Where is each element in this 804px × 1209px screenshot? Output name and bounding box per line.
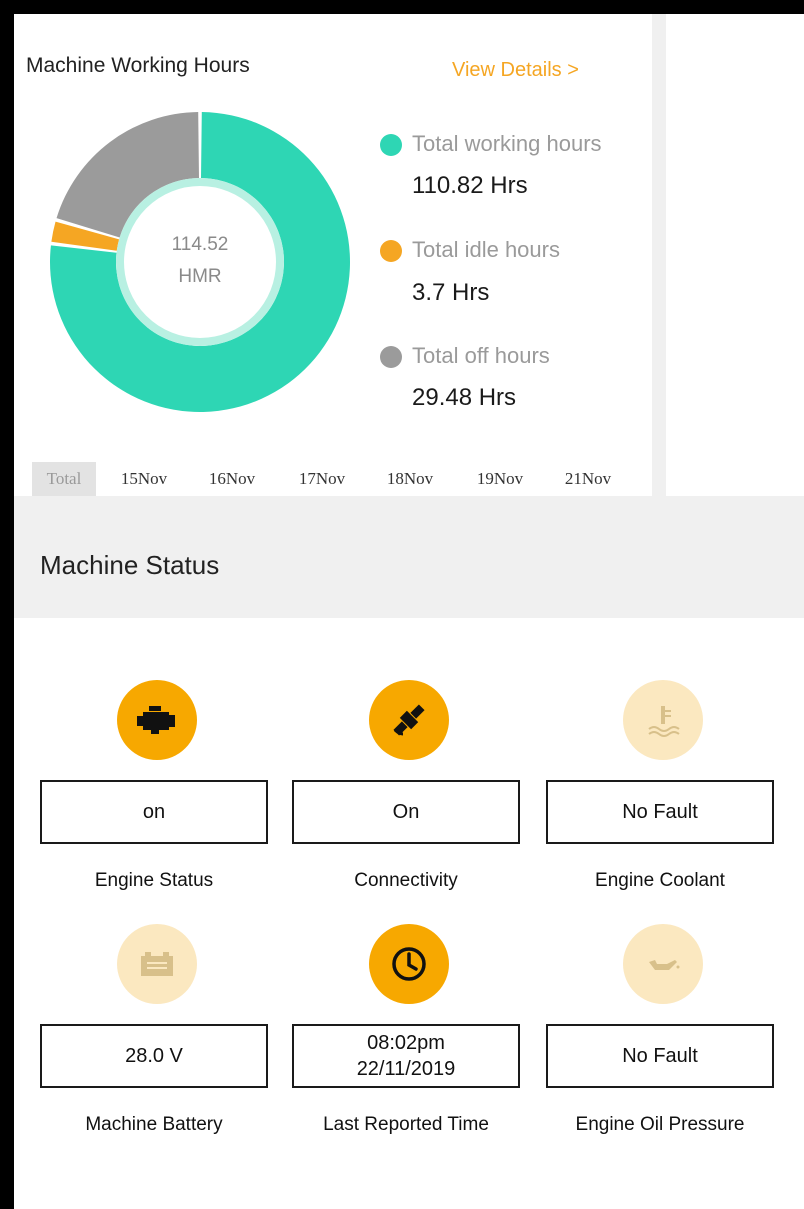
machine-battery-value: 28.0 V [40, 1024, 268, 1088]
engine-icon [117, 680, 197, 760]
satellite-icon [369, 680, 449, 760]
legend-label-off: Total off hours [412, 343, 550, 368]
legend-value-idle: 3.7 Hrs [412, 279, 490, 306]
oil-can-icon [623, 924, 703, 1004]
working-hours-dot [380, 134, 402, 156]
engine-status-value: on [40, 780, 268, 844]
tab-total[interactable]: Total [32, 462, 96, 496]
donut-svg [50, 112, 351, 412]
donut-inner-ring [116, 178, 284, 346]
view-details-link[interactable]: View Details > [452, 59, 579, 82]
idle-hours-dot [380, 240, 402, 262]
legend-value-off: 29.48 Hrs [412, 384, 517, 411]
tab-19nov[interactable]: 19Nov [460, 462, 540, 496]
engine-status-caption: Engine Status [94, 870, 214, 891]
machine-status-title: Machine Status [40, 550, 220, 580]
donut-center-unit: HMR [178, 266, 222, 287]
legend-value-working: 110.82 Hrs [412, 172, 528, 199]
tab-17nov[interactable]: 17Nov [282, 462, 362, 496]
top-bar [0, 0, 804, 14]
machine-battery-caption: Machine Battery [85, 1114, 223, 1135]
tab-21nov[interactable]: 21Nov [548, 462, 628, 496]
battery-icon [117, 924, 197, 1004]
legend-label-working: Total working hours [412, 131, 602, 156]
tab-15nov[interactable]: 15Nov [104, 462, 184, 496]
last-reported-time-caption: Last Reported Time [323, 1114, 489, 1135]
right-panel [666, 14, 804, 496]
tab-16nov[interactable]: 16Nov [192, 462, 272, 496]
working-hours-title: Machine Working Hours [26, 54, 250, 77]
clock-icon [369, 924, 449, 1004]
last-reported-time-value: 08:02pm 22/11/2019 [292, 1024, 520, 1088]
donut-center-value: 114.52 [171, 234, 229, 255]
legend-label-idle: Total idle hours [412, 237, 560, 262]
engine-coolant-value: No Fault [546, 780, 774, 844]
engine-oil-pressure-caption: Engine Oil Pressure [575, 1114, 745, 1135]
working-hours-donut-chart: 114.52 HMR [48, 110, 352, 414]
machine-status-header: Machine Status [14, 496, 804, 618]
connectivity-value: On [292, 780, 520, 844]
engine-oil-pressure-value: No Fault [546, 1024, 774, 1088]
card-divider [652, 14, 666, 496]
machine-status-grid: on Engine Status On Connectivity No Faul… [14, 618, 804, 1209]
working-hours-card: Machine Working Hours View Details > 114… [14, 14, 652, 496]
off-hours-dot [380, 346, 402, 368]
connectivity-caption: Connectivity [354, 870, 458, 891]
tab-18nov[interactable]: 18Nov [370, 462, 450, 496]
coolant-temperature-icon [623, 680, 703, 760]
engine-coolant-caption: Engine Coolant [595, 870, 725, 891]
last-reported-time: 08:02pm [367, 1032, 445, 1054]
last-reported-date: 22/11/2019 [356, 1058, 456, 1080]
